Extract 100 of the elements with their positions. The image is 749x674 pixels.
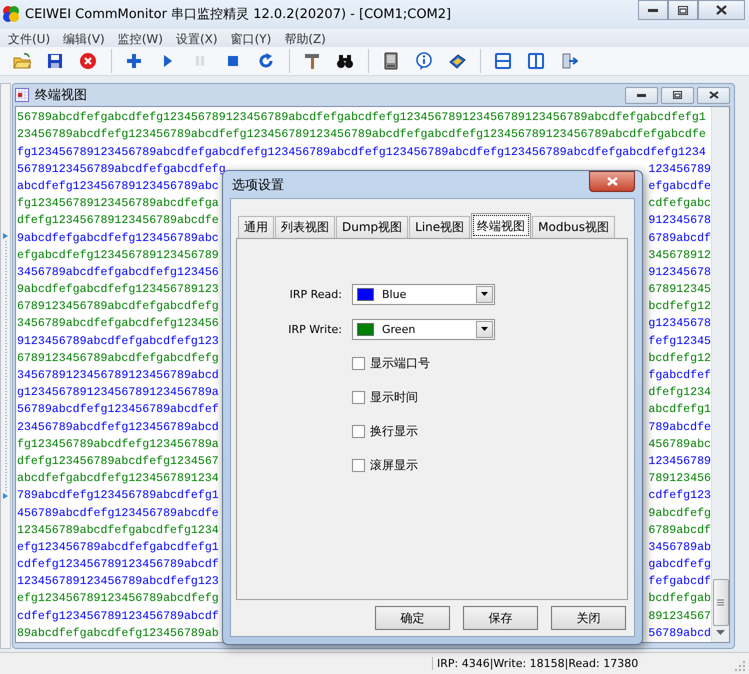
close-button[interactable] xyxy=(697,86,730,104)
checkbox-label: 显示时间 xyxy=(370,388,418,406)
checkbox[interactable] xyxy=(352,390,365,404)
menu-item[interactable]: 设置(X) xyxy=(170,28,225,47)
terminal-text: 678912345 xyxy=(648,282,711,298)
child-window-title: 终端视图 xyxy=(35,87,88,104)
menu-item[interactable]: 文件(U) xyxy=(2,28,58,47)
redo-icon[interactable] xyxy=(257,52,275,70)
terminal-text: 9abcdfefgabcdfefg123456789abc xyxy=(17,230,219,247)
terminal-text: 56789abcdfefg123456789abcdfef xyxy=(17,402,219,418)
info-icon[interactable] xyxy=(415,52,433,70)
close-icon[interactable] xyxy=(708,91,718,100)
save-icon[interactable] xyxy=(46,52,64,70)
menu-item[interactable]: 编辑(V) xyxy=(57,28,112,47)
grid-window-icon xyxy=(15,88,29,102)
terminal-text: fefgabcdf xyxy=(648,574,711,590)
terminal-text: 23456789abcdfefg123456789abcdfefg123456789123456789abcdfefgabcdfefg123456789123456789abcdfefgabcdfe xyxy=(17,127,706,144)
close-icon[interactable] xyxy=(716,5,727,15)
restore-icon[interactable] xyxy=(673,91,682,100)
hammer-icon[interactable] xyxy=(303,52,321,70)
terminal-text: 56789123456789abcdfefgabcdfefg xyxy=(17,162,226,178)
terminal-text: fg123456789123456789abcdfefgabcdfefg123456789abcdfefg123456789abcdfefg123456789abcdfefgabcdfefg1234 xyxy=(17,144,706,161)
terminal-text: 3456789abcdfefgabcdfefg123456 xyxy=(17,264,219,281)
restore-icon[interactable] xyxy=(678,6,688,14)
tab[interactable]: 列表视图 xyxy=(275,216,335,238)
scrollbar-thumb[interactable] xyxy=(712,579,728,626)
exit-door-icon[interactable] xyxy=(560,52,578,70)
color-dropdown[interactable]: Green xyxy=(352,318,495,340)
terminal-text: cdfefg123456789123456789abcdf xyxy=(17,557,219,574)
terminal-text: fg123456789123456789abcdfefga xyxy=(17,196,219,212)
tab[interactable]: Line视图 xyxy=(409,216,470,238)
terminal-text: efgabcdfe xyxy=(648,178,711,195)
terminal-text: 891234567 xyxy=(648,608,711,625)
terminal-text: 789abcdfe xyxy=(648,420,711,436)
tab[interactable]: 终端视图 xyxy=(471,213,532,238)
terminal-text: 3456789123456789123456789abcd xyxy=(17,368,219,384)
terminal-text: 789abcdfefg123456789abcdfefg1 xyxy=(17,488,219,504)
tab[interactable]: 通用 xyxy=(238,216,274,238)
terminal-text: 6789abcdf xyxy=(648,230,711,247)
checkbox[interactable] xyxy=(352,356,365,370)
checkbox[interactable] xyxy=(352,424,365,438)
terminal-text: abcdfefg1 xyxy=(648,402,711,418)
terminal-text: 123456789123456789abcdfefg123 xyxy=(17,574,219,590)
terminal-text: 123456789 xyxy=(648,454,711,470)
terminal-text: efg123456789123456789abcdfefg xyxy=(17,591,219,608)
plus-icon[interactable] xyxy=(125,52,143,70)
menu-item[interactable]: 监控(W) xyxy=(112,28,170,47)
terminal-text: 456789abc xyxy=(648,436,711,453)
terminal-text: g12345678 xyxy=(648,316,711,332)
restore-button[interactable] xyxy=(661,86,694,104)
minimize-icon[interactable] xyxy=(637,94,646,97)
terminal-text: 6789123456789abcdfefgabcdfefg xyxy=(17,350,219,367)
terminal-text: cdfefgabc xyxy=(648,196,711,212)
checkbox-label: 滚屏显示 xyxy=(370,456,418,474)
dropdown-caret-icon[interactable] xyxy=(481,327,488,331)
split-columns-icon[interactable] xyxy=(527,52,545,70)
dialog-title: 选项设置 xyxy=(232,176,285,194)
device-icon[interactable] xyxy=(382,52,400,70)
dropdown-caret-icon[interactable] xyxy=(481,292,488,296)
close-button[interactable] xyxy=(589,171,635,192)
restore-button[interactable] xyxy=(668,0,698,20)
close-icon[interactable] xyxy=(79,52,97,70)
menu-item[interactable]: 帮助(Z) xyxy=(278,28,333,47)
terminal-text: 345678912 xyxy=(648,248,711,264)
terminal-text: efgabcdfefg123456789123456789 xyxy=(17,248,219,264)
terminal-text: g123456789123456789123456789a xyxy=(17,385,219,402)
terminal-text: 123456789 xyxy=(648,162,711,178)
minimize-button[interactable] xyxy=(625,86,658,104)
field-label: IRP Read: xyxy=(288,288,343,300)
terminal-text: fgabcdfef xyxy=(648,368,711,384)
terminal-text: bcdfefg12 xyxy=(648,299,711,316)
checkbox-label: 换行显示 xyxy=(370,422,418,440)
tab[interactable]: Dump视图 xyxy=(336,216,408,238)
minimize-button[interactable] xyxy=(638,0,668,20)
dialog-button[interactable]: 确定 xyxy=(375,606,450,630)
terminal-text: fg123456789abcdfefg123456789a xyxy=(17,436,219,453)
terminal-text: abcdfefg123456789123456789abc xyxy=(17,178,219,195)
terminal-text: fefg12345 xyxy=(648,334,711,350)
checkbox[interactable] xyxy=(352,458,365,472)
terminal-text: bcdfefgab xyxy=(648,591,711,608)
status-counts: IRP: 4346|Write: 18158|Read: 17380 xyxy=(432,657,734,670)
dialog-button[interactable]: 关闭 xyxy=(551,606,626,630)
splitter-handle-icon[interactable] xyxy=(1,231,10,502)
split-rows-icon[interactable] xyxy=(494,52,512,70)
dialog-button[interactable]: 保存 xyxy=(463,606,538,630)
app-logo-icon xyxy=(2,5,20,24)
scroll-down-icon[interactable] xyxy=(716,630,725,636)
resize-grip-icon[interactable] xyxy=(734,660,746,672)
terminal-text: 3456789ab xyxy=(648,540,711,556)
close-button[interactable] xyxy=(698,0,745,20)
terminal-text: 456789abcdfefg123456789abcdfe xyxy=(17,506,219,522)
tab[interactable]: Modbus视图 xyxy=(532,216,615,238)
folder-icon[interactable] xyxy=(13,52,31,70)
menu-item[interactable]: 窗口(Y) xyxy=(224,28,278,47)
color-dropdown[interactable]: Blue xyxy=(352,284,495,304)
terminal-text: cdfefg123456789123456789abcdf xyxy=(17,608,219,625)
terminal-text: 9123456789abcdfefgabcdfefg123 xyxy=(17,334,219,350)
terminal-text: cdfefg123 xyxy=(648,488,711,504)
minimize-icon[interactable] xyxy=(648,8,658,12)
terminal-text: 912345678 xyxy=(648,264,711,281)
